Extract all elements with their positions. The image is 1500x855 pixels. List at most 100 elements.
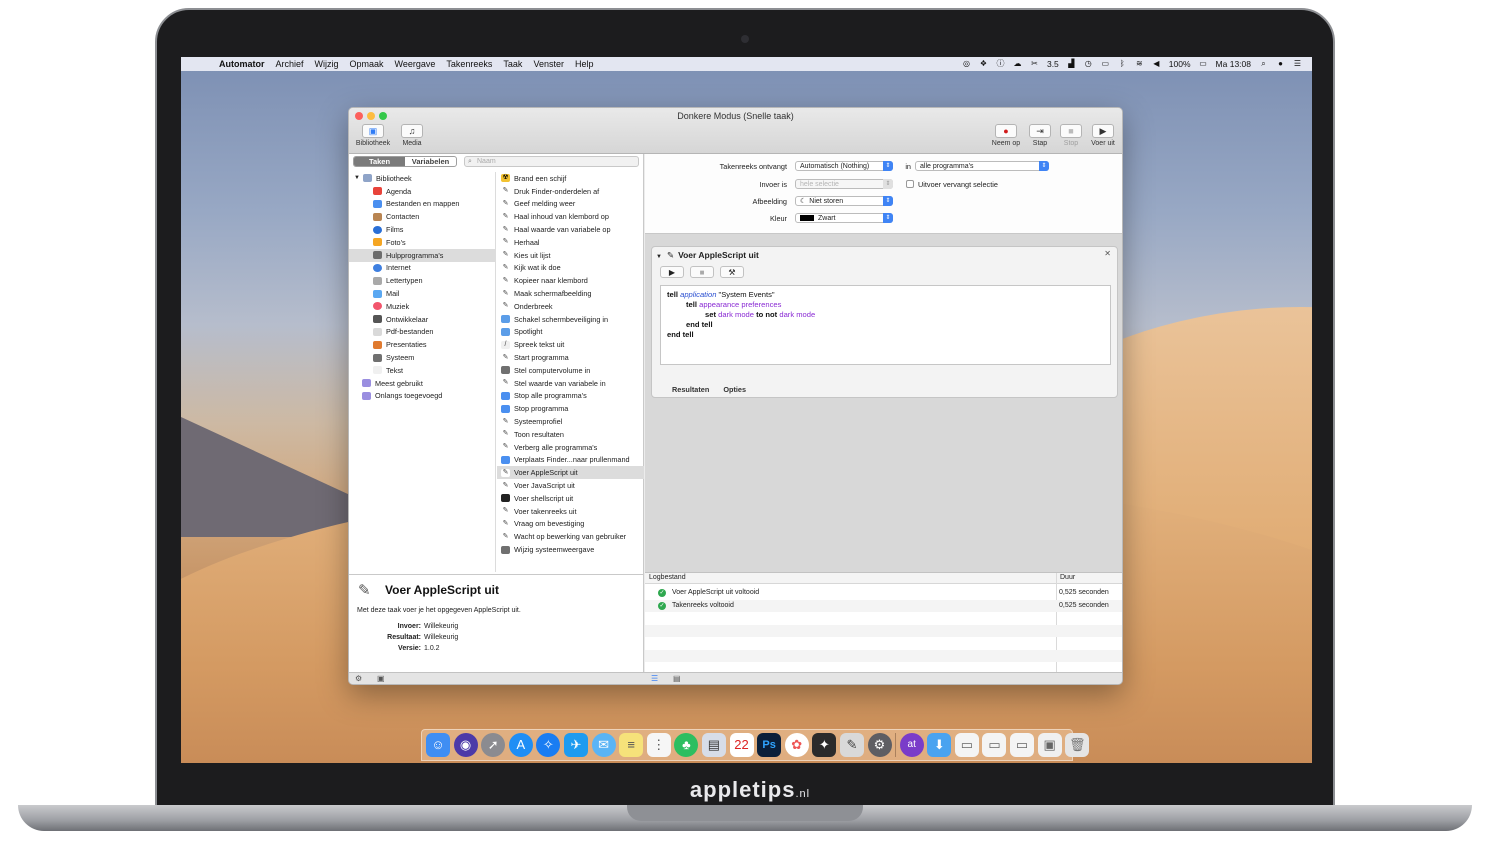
action-item[interactable]: ✎ Druk Finder-onderdelen af bbox=[497, 185, 644, 198]
evernote-icon[interactable]: ♣ bbox=[674, 733, 699, 757]
library-item[interactable]: Tekst bbox=[349, 364, 495, 377]
action-item[interactable]: ✎ Kijk wat ik doe bbox=[497, 262, 644, 275]
run-button[interactable]: ▶ Voer uit bbox=[1084, 124, 1122, 147]
action-item[interactable]: ✎ Kies uit lijst bbox=[497, 249, 644, 262]
dropbox-icon[interactable]: ❖ bbox=[979, 60, 988, 68]
menu-file[interactable]: Archief bbox=[276, 59, 304, 69]
airplay-icon[interactable]: ▭ bbox=[1101, 60, 1110, 68]
status-number[interactable]: 3.5 bbox=[1047, 59, 1059, 69]
twitter-icon[interactable]: ✈ bbox=[563, 733, 588, 757]
search-input[interactable]: ⌕ Naam bbox=[464, 156, 639, 167]
gear-icon[interactable]: ⚙ bbox=[355, 674, 362, 683]
collapse-triangle-icon[interactable]: ▼ bbox=[656, 254, 662, 260]
action-item[interactable]: ✎ Voer JavaScript uit bbox=[497, 479, 644, 492]
system-preferences-icon[interactable]: ⚙ bbox=[867, 733, 892, 757]
library-item[interactable]: Agenda bbox=[349, 185, 495, 198]
disclosure-triangle-icon[interactable]: ▼ bbox=[354, 175, 360, 181]
action-item[interactable]: ✎ Vraag om bevestiging bbox=[497, 518, 644, 531]
document-icon[interactable]: ▭ bbox=[1010, 733, 1035, 757]
list-view-icon[interactable]: ☰ bbox=[651, 674, 658, 683]
photoshop-icon[interactable]: Ps bbox=[757, 733, 782, 757]
action-item[interactable]: ✎ Verberg alle programma's bbox=[497, 441, 644, 454]
media-button[interactable]: ♫ Media bbox=[393, 124, 431, 147]
menu-window[interactable]: Venster bbox=[533, 59, 564, 69]
split-view-icon[interactable]: ▤ bbox=[673, 674, 681, 683]
in-popup[interactable]: alle programma's ⇕ bbox=[915, 161, 1049, 171]
action-item[interactable]: ✎ Voer takenreeks uit bbox=[497, 505, 644, 518]
stats-icon[interactable]: ▟ bbox=[1067, 60, 1076, 68]
siri-icon[interactable]: ◉ bbox=[453, 733, 478, 757]
time-machine-icon[interactable]: ◷ bbox=[1084, 60, 1093, 68]
document-icon[interactable]: ▭ bbox=[954, 733, 979, 757]
cloud-icon[interactable]: ☁ bbox=[1013, 60, 1022, 68]
library-item[interactable]: ▼ Bibliotheek bbox=[349, 172, 495, 185]
creative-cloud-icon[interactable]: ◎ bbox=[962, 60, 971, 68]
remove-action-icon[interactable]: ✕ bbox=[1104, 249, 1111, 258]
automator-icon[interactable]: ✎ bbox=[839, 733, 864, 757]
library-item[interactable]: Films bbox=[349, 223, 495, 236]
run-script-button[interactable]: ▶ bbox=[660, 266, 684, 278]
notification-center-icon[interactable]: ☰ bbox=[1293, 60, 1302, 68]
app-store-icon[interactable]: A bbox=[508, 733, 533, 757]
trash-icon[interactable]: 🗑 bbox=[1065, 733, 1090, 757]
action-item[interactable]: Verplaats Finder...naar prullenmand bbox=[497, 454, 644, 467]
launchpad-icon[interactable]: ➚ bbox=[481, 733, 506, 757]
battery-percent[interactable]: 100% bbox=[1169, 59, 1191, 69]
compile-script-button[interactable]: ⚒ bbox=[720, 266, 744, 278]
color-popup[interactable]: Zwart ⇕ bbox=[795, 213, 893, 223]
library-item[interactable]: Internet bbox=[349, 262, 495, 275]
replace-selection-checkbox[interactable] bbox=[906, 180, 914, 188]
action-item[interactable]: ✎ Toon resultaten bbox=[497, 428, 644, 441]
action-item[interactable]: Spotlight bbox=[497, 326, 644, 339]
tab-results[interactable]: Resultaten bbox=[672, 385, 709, 394]
appletips-icon[interactable]: at bbox=[899, 733, 924, 757]
action-item-selected[interactable]: ✎ Voer AppleScript uit bbox=[497, 466, 644, 480]
library-item[interactable]: Bestanden en mappen bbox=[349, 198, 495, 211]
siri-icon[interactable]: ● bbox=[1276, 60, 1285, 68]
stop-script-button[interactable]: ■ bbox=[690, 266, 714, 278]
action-item[interactable]: ✎ Maak schermafbeelding bbox=[497, 287, 644, 300]
image-popup[interactable]: ☾ Niet storen ⇕ bbox=[795, 196, 893, 206]
battery-icon[interactable]: ▭ bbox=[1199, 60, 1208, 68]
library-item[interactable]: Onlangs toegevoegd bbox=[349, 390, 495, 403]
notes-icon[interactable]: ≡ bbox=[619, 733, 644, 757]
clock[interactable]: Ma 13:08 bbox=[1216, 59, 1251, 69]
library-item-selected[interactable]: Hulpprogramma's bbox=[349, 248, 495, 262]
tab-actions[interactable]: Taken bbox=[354, 157, 405, 166]
menu-action[interactable]: Taak bbox=[503, 59, 522, 69]
log-column-header[interactable]: Logbestand bbox=[649, 574, 686, 581]
library-item[interactable]: Contacten bbox=[349, 210, 495, 223]
menu-workflow[interactable]: Takenreeks bbox=[446, 59, 492, 69]
library-item[interactable]: Lettertypen bbox=[349, 274, 495, 287]
action-item[interactable]: ✎ Haal waarde van variabele op bbox=[497, 223, 644, 236]
menu-help[interactable]: Help bbox=[575, 59, 594, 69]
action-item[interactable]: ☢ Brand een schijf bbox=[497, 172, 644, 185]
library-button[interactable]: ▣ Bibliotheek bbox=[354, 124, 392, 147]
library-item[interactable]: Ontwikkelaar bbox=[349, 313, 495, 326]
action-item[interactable]: / Spreek tekst uit bbox=[497, 338, 644, 351]
vpn-icon[interactable]: ⓘ bbox=[996, 60, 1005, 68]
library-item[interactable]: Muziek bbox=[349, 300, 495, 313]
tab-options[interactable]: Opties bbox=[723, 385, 746, 394]
description-toggle-icon[interactable]: ▣ bbox=[377, 674, 385, 683]
menu-view[interactable]: Weergave bbox=[395, 59, 436, 69]
bluetooth-icon[interactable]: ᛒ bbox=[1118, 60, 1127, 68]
spotlight-icon[interactable]: ⌕ bbox=[1259, 60, 1268, 68]
action-item[interactable]: Stop programma bbox=[497, 402, 644, 415]
library-item[interactable]: Presentaties bbox=[349, 338, 495, 351]
library-item[interactable]: Pdf-bestanden bbox=[349, 326, 495, 339]
finder-icon[interactable]: ☺ bbox=[426, 733, 450, 757]
action-item[interactable]: Wijzig systeemweergave bbox=[497, 543, 644, 556]
library-item[interactable]: Meest gebruikt bbox=[349, 377, 495, 390]
input-is-popup[interactable]: hele selectie ⇕ bbox=[795, 179, 893, 189]
action-item[interactable]: Voer shellscript uit bbox=[497, 492, 644, 505]
action-item[interactable]: Stop alle programma's bbox=[497, 390, 644, 403]
final-cut-icon[interactable]: ✦ bbox=[812, 733, 837, 757]
photos-icon[interactable]: ✿ bbox=[784, 733, 809, 757]
action-item[interactable]: ✎ Onderbreek bbox=[497, 300, 644, 313]
tools-icon[interactable]: ✂ bbox=[1030, 60, 1039, 68]
tab-variables[interactable]: Variabelen bbox=[405, 157, 456, 166]
action-item[interactable]: ✎ Haal inhoud van klembord op bbox=[497, 210, 644, 223]
menu-app[interactable]: Automator bbox=[219, 59, 265, 69]
safari-icon[interactable]: ✧ bbox=[536, 733, 561, 757]
